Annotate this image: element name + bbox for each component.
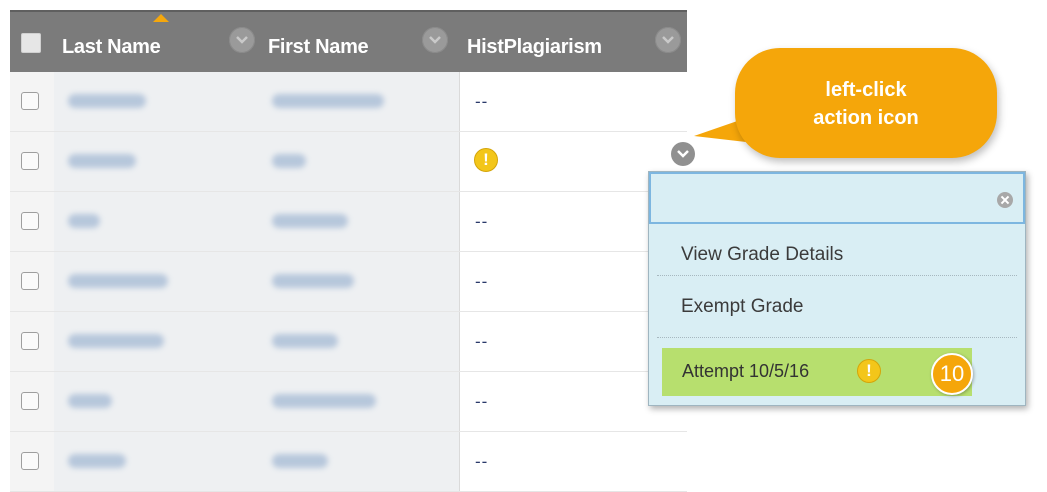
grade-value: --	[475, 452, 489, 471]
first-name-cell	[260, 252, 459, 311]
attempt-label: Attempt 10/5/16	[682, 361, 810, 381]
table-row: --	[10, 432, 687, 492]
grade-cell[interactable]: --	[459, 432, 687, 491]
first-name-cell	[260, 192, 459, 251]
column-header-histplagiarism[interactable]: HistPlagiarism	[467, 36, 602, 59]
last-name-cell	[54, 132, 260, 191]
grade-value: --	[475, 332, 489, 351]
needs-grading-icon: !	[857, 359, 881, 383]
table-row: --	[10, 312, 687, 372]
table-row: --	[10, 372, 687, 432]
column-menu-icon[interactable]	[229, 27, 255, 53]
table-row: --	[10, 192, 687, 252]
row-checkbox[interactable]	[21, 92, 39, 110]
callout-text: left-click action icon	[735, 76, 997, 132]
first-name-cell	[260, 432, 459, 491]
row-check-cell	[10, 192, 54, 251]
instruction-callout: left-click action icon	[735, 48, 997, 158]
last-name-cell	[54, 72, 260, 131]
grade-value: --	[475, 392, 489, 411]
column-header-first-name[interactable]: First Name	[268, 36, 369, 59]
row-check-cell	[10, 312, 54, 371]
row-checkbox[interactable]	[21, 392, 39, 410]
last-name-cell	[54, 312, 260, 371]
needs-grading-icon: !	[474, 148, 498, 172]
column-header-last-name[interactable]: Last Name	[62, 36, 161, 59]
row-checkbox[interactable]	[21, 452, 39, 470]
row-checkbox[interactable]	[21, 332, 39, 350]
callout-line-2: action icon	[813, 107, 919, 129]
last-name-cell	[54, 192, 260, 251]
last-name-cell	[54, 252, 260, 311]
grade-value: --	[475, 212, 489, 231]
menu-item-exempt-grade[interactable]: Exempt Grade	[649, 276, 1025, 338]
last-name-cell	[54, 432, 260, 491]
menu-item-attempt[interactable]: Attempt 10/5/16 ! 10	[662, 348, 973, 396]
last-name-cell	[54, 372, 260, 431]
close-icon[interactable]	[997, 192, 1013, 208]
row-check-cell	[10, 372, 54, 431]
grade-cell[interactable]: --	[459, 72, 687, 131]
row-check-cell	[10, 72, 54, 131]
row-checkbox[interactable]	[21, 272, 39, 290]
column-menu-icon[interactable]	[422, 27, 448, 53]
menu-item-label: Exempt Grade	[681, 296, 804, 317]
callout-line-1: left-click	[825, 79, 907, 101]
grade-value: --	[475, 92, 489, 111]
action-context-menu: View Grade Details Exempt Grade Attempt …	[648, 171, 1026, 406]
select-all-checkbox[interactable]	[21, 33, 41, 53]
row-checkbox[interactable]	[21, 212, 39, 230]
row-check-cell	[10, 432, 54, 491]
grid-header: Last Name First Name HistPlagiarism	[10, 10, 687, 72]
table-row: --	[10, 252, 687, 312]
sort-ascending-icon	[153, 14, 169, 22]
menu-header	[649, 172, 1025, 224]
first-name-cell	[260, 372, 459, 431]
menu-divider	[657, 337, 1017, 339]
table-row: --	[10, 72, 687, 132]
row-check-cell	[10, 252, 54, 311]
first-name-cell	[260, 72, 459, 131]
first-name-cell	[260, 312, 459, 371]
menu-item-label: View Grade Details	[681, 244, 844, 265]
grade-value: --	[475, 272, 489, 291]
row-checkbox[interactable]	[21, 152, 39, 170]
table-row: !	[10, 132, 695, 192]
row-check-cell	[10, 132, 54, 191]
first-name-cell	[260, 132, 459, 191]
step-number-badge: 10	[931, 353, 973, 395]
action-menu-icon[interactable]	[671, 142, 695, 166]
column-menu-icon[interactable]	[655, 27, 681, 53]
